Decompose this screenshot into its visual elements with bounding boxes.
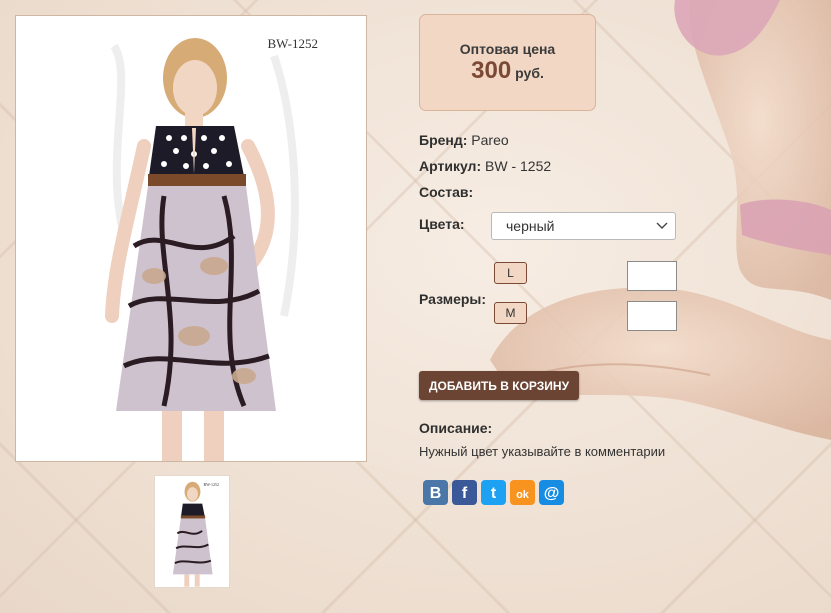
twitter-icon[interactable]: t <box>481 480 506 505</box>
description-label: Описание: <box>419 420 493 436</box>
quantity-input-l[interactable] <box>627 261 677 291</box>
price-value: 300 <box>471 57 512 84</box>
add-to-cart-button[interactable]: ДОБАВИТЬ В КОРЗИНУ <box>419 371 579 400</box>
article-row: Артикул: BW - 1252 <box>419 158 551 174</box>
odnoklassniki-icon[interactable]: ok <box>510 480 535 505</box>
wholesale-price-box: Оптовая цена 300 руб. <box>419 14 596 111</box>
composition-label: Состав: <box>419 184 474 200</box>
svg-text:@: @ <box>544 485 560 502</box>
facebook-icon[interactable]: f <box>452 480 477 505</box>
sizes-label: Размеры: <box>419 291 487 307</box>
svg-text:ok: ok <box>516 489 530 501</box>
color-select[interactable]: черный <box>491 212 676 240</box>
description-text: Нужный цвет указывайте в комментарии <box>419 444 666 459</box>
mail-icon[interactable]: @ <box>539 480 564 505</box>
brand-label: Бренд: <box>419 132 468 148</box>
article-value: BW - 1252 <box>485 158 552 174</box>
article-label: Артикул: <box>419 158 482 174</box>
product-image-label: BW-1252 <box>267 36 318 51</box>
color-select-value: черный <box>506 218 555 234</box>
vk-icon[interactable]: В <box>423 480 448 505</box>
brand-row: Бренд: Pareo <box>419 132 509 148</box>
svg-text:t: t <box>491 485 497 502</box>
thumbnail-label: BW-1252 <box>203 482 219 487</box>
svg-text:В: В <box>430 485 442 502</box>
price-title: Оптовая цена <box>459 41 556 57</box>
size-button-l[interactable]: L <box>494 262 527 284</box>
svg-text:f: f <box>462 485 468 502</box>
thumbnail-photo <box>172 481 213 587</box>
quantity-input-m[interactable] <box>627 301 677 331</box>
chevron-down-icon <box>656 222 668 229</box>
brand-value: Pareo <box>471 132 509 148</box>
composition-row: Состав: <box>419 184 473 200</box>
product-image-frame: BW-1252 <box>15 15 367 462</box>
price-currency: руб. <box>515 65 544 81</box>
sizes-row: Размеры: <box>419 291 486 307</box>
product-thumbnail[interactable]: BW-1252 <box>154 475 230 588</box>
price-line: 300 руб. <box>420 57 595 85</box>
colors-label: Цвета: <box>419 216 465 232</box>
description-heading-row: Описание: <box>419 420 492 436</box>
size-button-m[interactable]: M <box>494 302 527 324</box>
product-photo[interactable] <box>44 16 342 461</box>
colors-row: Цвета: <box>419 216 465 232</box>
